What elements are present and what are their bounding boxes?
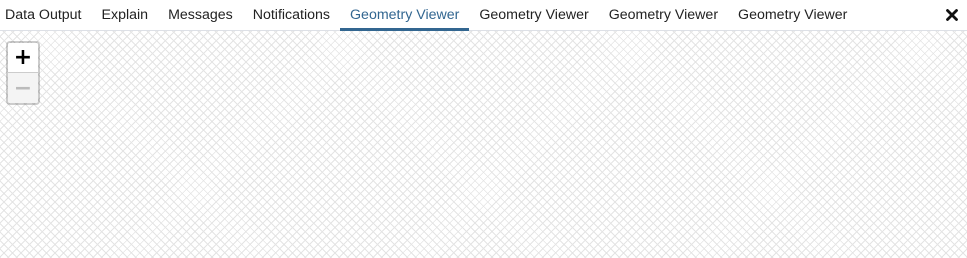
tab-geometry-viewer-2[interactable]: Geometry Viewer (469, 0, 598, 30)
tab-messages[interactable]: Messages (158, 0, 243, 30)
zoom-out-button[interactable]: − (8, 73, 38, 103)
geometry-viewer-panel: Data Output Explain Messages Notificatio… (0, 0, 967, 258)
close-icon (946, 9, 958, 21)
tab-notifications[interactable]: Notifications (243, 0, 340, 30)
tab-geometry-viewer-4[interactable]: Geometry Viewer (728, 0, 857, 30)
zoom-in-button[interactable]: + (8, 43, 38, 73)
tab-geometry-viewer-3[interactable]: Geometry Viewer (599, 0, 728, 30)
tab-explain[interactable]: Explain (92, 0, 159, 30)
tab-geometry-viewer-1[interactable]: Geometry Viewer (340, 0, 470, 31)
results-tab-bar: Data Output Explain Messages Notificatio… (0, 0, 967, 31)
close-panel-button[interactable] (944, 6, 960, 24)
map-canvas[interactable]: + − (0, 31, 967, 258)
zoom-control: + − (6, 41, 40, 105)
tab-data-output[interactable]: Data Output (0, 0, 92, 30)
